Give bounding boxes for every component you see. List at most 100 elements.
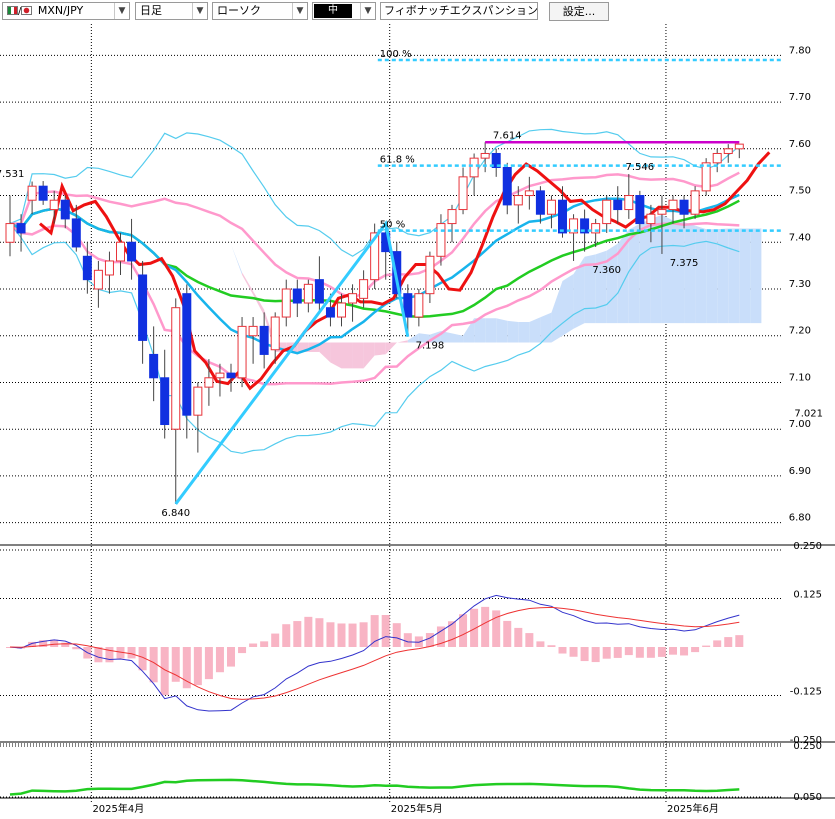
fibonacci-level-label: 100 % — [380, 49, 412, 60]
candle-body — [5, 223, 15, 243]
cloud-segment — [330, 342, 342, 369]
candle-body — [602, 199, 612, 225]
histogram-bar — [392, 623, 401, 647]
candle-body — [325, 307, 335, 318]
month-label: 2025年6月 — [667, 802, 719, 815]
histogram-bar — [337, 623, 346, 647]
candle-body — [679, 199, 689, 215]
price-annotation: 7.375 — [670, 258, 699, 269]
candle-body — [690, 190, 700, 215]
candle-body — [171, 307, 181, 430]
histogram-bar — [503, 620, 512, 647]
histogram-bar — [525, 633, 534, 647]
histogram-bar — [724, 637, 733, 647]
cloud-segment — [352, 342, 364, 369]
candle-body — [138, 274, 148, 341]
candle-body — [613, 199, 623, 211]
histogram-bar — [238, 647, 247, 654]
candle-body — [425, 255, 435, 295]
histogram-bar — [94, 647, 103, 663]
candle-body — [657, 209, 667, 215]
price-annotation: 7.614 — [493, 130, 522, 141]
candle-body — [104, 260, 114, 276]
cloud-segment — [485, 318, 497, 343]
candle-body — [480, 152, 490, 159]
candle-body — [303, 283, 313, 304]
candle-body — [160, 377, 170, 426]
candle-body — [359, 279, 369, 299]
histogram-bar — [271, 633, 280, 647]
histogram-bar — [624, 647, 633, 656]
price-tick-label: 7.30 — [789, 279, 811, 290]
histogram-bar — [182, 647, 191, 689]
current-price-label: 7.021 — [794, 408, 823, 419]
cloud-segment — [551, 281, 563, 343]
candle-body — [469, 157, 479, 178]
histogram-bar — [481, 606, 490, 647]
histogram-bar — [536, 641, 545, 647]
candle-body — [403, 293, 413, 318]
cloud-segment — [639, 219, 651, 324]
month-label: 2025年5月 — [391, 802, 443, 815]
candle-body — [116, 241, 125, 262]
cloud-segment — [562, 274, 574, 336]
cloud-segment — [452, 333, 464, 343]
price-annotation: 7.546 — [626, 162, 655, 173]
candle-body — [215, 372, 225, 379]
histogram-bar — [403, 633, 412, 647]
candle-body — [149, 353, 159, 379]
cloud-segment — [385, 342, 397, 355]
cloud-segment — [231, 244, 243, 275]
histogram-bar — [348, 623, 357, 647]
price-tick-label: 7.60 — [789, 139, 811, 150]
histogram-bar — [204, 647, 213, 680]
histogram-bar — [646, 647, 655, 658]
candle-body — [646, 213, 656, 225]
candle-body — [513, 195, 523, 206]
candle-body — [524, 190, 534, 197]
price-tick-label: 6.80 — [789, 513, 811, 524]
price-annotation: 7.198 — [416, 341, 445, 352]
cloud-segment — [120, 218, 132, 226]
price-tick-label: 7.20 — [789, 326, 811, 337]
candle-body — [60, 199, 70, 220]
candle-body — [270, 316, 280, 351]
candle-body — [458, 176, 468, 211]
price-tick-label: 7.80 — [789, 45, 811, 56]
osc-tick-label: 0.125 — [793, 590, 822, 601]
histogram-bar — [580, 647, 589, 662]
cloud-segment — [518, 321, 530, 343]
price-tick-label: 7.00 — [789, 419, 811, 430]
cloud-segment — [728, 228, 740, 324]
cloud-segment — [750, 228, 762, 324]
cloud-segment — [496, 318, 508, 343]
lower-tick-label: 0.250 — [793, 741, 822, 752]
histogram-bar — [293, 621, 302, 647]
candle-body — [16, 223, 26, 234]
price-annotation: 7.531 — [0, 169, 24, 180]
candle-body — [226, 372, 236, 379]
price-tick-label: 7.50 — [789, 186, 811, 197]
fibonacci-level-label: 61.8 % — [380, 155, 415, 166]
histogram-bar — [359, 622, 368, 647]
candle-body — [237, 325, 247, 379]
candle-body — [414, 293, 424, 318]
candle-body — [558, 199, 567, 234]
histogram-bar — [713, 640, 722, 647]
candle-body — [49, 199, 59, 211]
cloud-segment — [374, 342, 386, 356]
cloud-segment — [175, 218, 187, 238]
histogram-bar — [227, 647, 235, 667]
histogram-bar — [635, 647, 644, 658]
cloud-segment — [529, 317, 541, 343]
fx-chart: 7.80 7.70 7.60 7.50 7.40 7.30 7.20 7.10 7.00 6.90… — [0, 24, 835, 815]
histogram-bar — [448, 621, 456, 647]
histogram-bar — [425, 633, 434, 647]
candle-body — [204, 377, 214, 388]
histogram-bar — [591, 647, 600, 663]
lower-indicator-line — [9, 778, 740, 796]
histogram-bar — [657, 647, 666, 657]
candle-body — [712, 152, 722, 164]
histogram-bar — [193, 647, 202, 686]
candle-body — [292, 288, 302, 304]
